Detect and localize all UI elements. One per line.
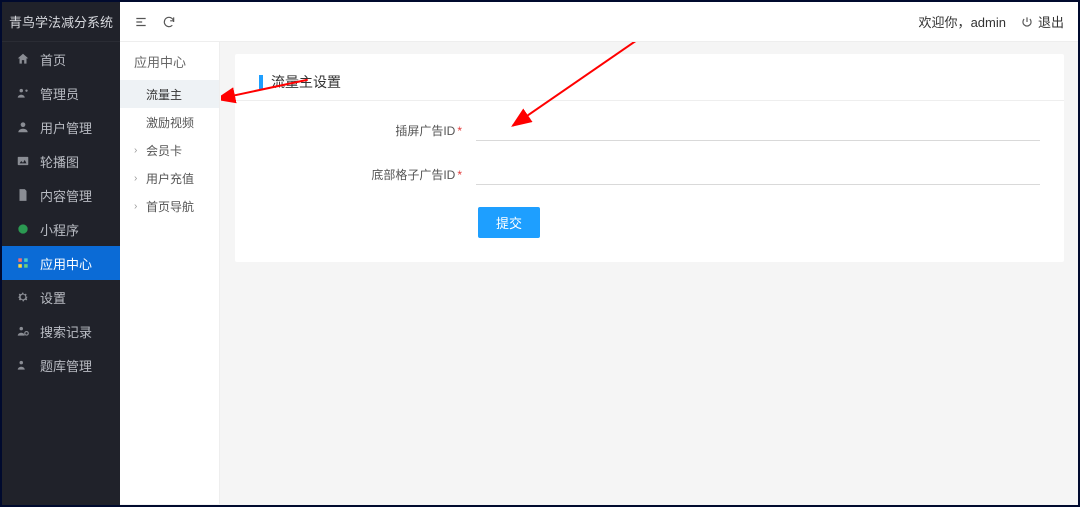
sidebar-item-users[interactable]: 用户管理	[2, 110, 120, 144]
sub-item-member[interactable]: › 会员卡	[120, 136, 219, 164]
sub-item-label: 用户充值	[146, 170, 194, 187]
bottom-grid-ad-id-input[interactable]	[476, 163, 1040, 185]
sidebar-item-content[interactable]: 内容管理	[2, 178, 120, 212]
sidebar-item-label: 设置	[40, 288, 66, 307]
card-title: 流量主设置	[259, 72, 1040, 92]
logout-button[interactable]: 退出	[1020, 12, 1064, 31]
sidebar-item-label: 小程序	[40, 220, 79, 239]
gear-icon	[16, 290, 30, 304]
title-accent-bar	[259, 75, 263, 89]
sub-item-label: 会员卡	[146, 142, 182, 159]
sidebar-item-searchlog[interactable]: 搜索记录	[2, 314, 120, 348]
chevron-right-icon: ›	[134, 145, 140, 156]
sub-item-video[interactable]: 激励视频	[120, 108, 219, 136]
top-header: 欢迎你，admin 退出	[120, 2, 1078, 42]
interstitial-ad-id-input[interactable]	[476, 119, 1040, 141]
form-row-bottomgrid: 底部格子广告ID*	[259, 163, 1040, 185]
sidebar-item-settings[interactable]: 设置	[2, 280, 120, 314]
required-mark: *	[457, 168, 462, 182]
user-name: admin	[971, 15, 1006, 30]
home-icon	[16, 52, 30, 66]
sub-item-traffic[interactable]: 流量主	[120, 80, 219, 108]
brand-text: 青鸟学法减分系统	[9, 12, 113, 31]
form-label: 插屏广告ID*	[259, 122, 464, 139]
file-icon	[16, 188, 30, 202]
welcome-prefix: 欢迎你，	[919, 15, 971, 30]
divider	[235, 100, 1064, 101]
sidebar-item-home[interactable]: 首页	[2, 42, 120, 76]
user-cog-icon	[16, 86, 30, 100]
sidebar-item-label: 轮播图	[40, 152, 79, 171]
card-title-text: 流量主设置	[271, 72, 341, 92]
required-mark: *	[457, 124, 462, 138]
grid-icon	[16, 222, 30, 236]
sidebar-item-carousel[interactable]: 轮播图	[2, 144, 120, 178]
sub-item-label: 流量主	[146, 86, 182, 103]
layers-icon	[16, 256, 30, 270]
submit-button[interactable]: 提交	[478, 207, 540, 238]
user-icon	[16, 120, 30, 134]
sidebar-brand: 青鸟学法减分系统	[2, 2, 120, 42]
image-icon	[16, 154, 30, 168]
collapse-toggle[interactable]	[134, 15, 148, 29]
logout-label: 退出	[1038, 12, 1064, 31]
sidebar-item-label: 题库管理	[40, 356, 92, 375]
sub-sidebar-title: 应用中心	[120, 42, 219, 80]
sub-sidebar: 应用中心 流量主 激励视频 › 会员卡 › 用户充值	[120, 42, 220, 504]
sidebar-item-label: 用户管理	[40, 118, 92, 137]
power-icon	[1020, 15, 1034, 29]
sidebar-item-label: 管理员	[40, 84, 79, 103]
welcome-text: 欢迎你，admin	[919, 12, 1006, 31]
sidebar-item-label: 内容管理	[40, 186, 92, 205]
sub-item-recharge[interactable]: › 用户充值	[120, 164, 219, 192]
form-card: 流量主设置 插屏广告ID* 底部格子广告ID*	[235, 54, 1064, 262]
sidebar-item-questionbank[interactable]: 题库管理	[2, 348, 120, 382]
sidebar-item-label: 应用中心	[40, 254, 92, 273]
sub-item-label: 激励视频	[146, 114, 194, 131]
chevron-right-icon: ›	[134, 201, 140, 212]
sidebar-item-label: 首页	[40, 50, 66, 69]
sidebar-item-admin[interactable]: 管理员	[2, 76, 120, 110]
sub-item-label: 首页导航	[146, 198, 194, 215]
refresh-button[interactable]	[162, 15, 176, 29]
chevron-right-icon: ›	[134, 173, 140, 184]
content-area: 流量主设置 插屏广告ID* 底部格子广告ID*	[221, 42, 1078, 505]
form-label: 底部格子广告ID*	[259, 166, 464, 183]
sub-item-homenav[interactable]: › 首页导航	[120, 192, 219, 220]
main-sidebar: 青鸟学法减分系统 首页 管理员 用户管理 轮播图	[2, 2, 120, 505]
sidebar-item-miniprogram[interactable]: 小程序	[2, 212, 120, 246]
user-book-icon	[16, 358, 30, 372]
search-user-icon	[16, 324, 30, 338]
sidebar-item-label: 搜索记录	[40, 322, 92, 341]
form-row-interstitial: 插屏广告ID*	[259, 119, 1040, 141]
sidebar-item-appcenter[interactable]: 应用中心	[2, 246, 120, 280]
